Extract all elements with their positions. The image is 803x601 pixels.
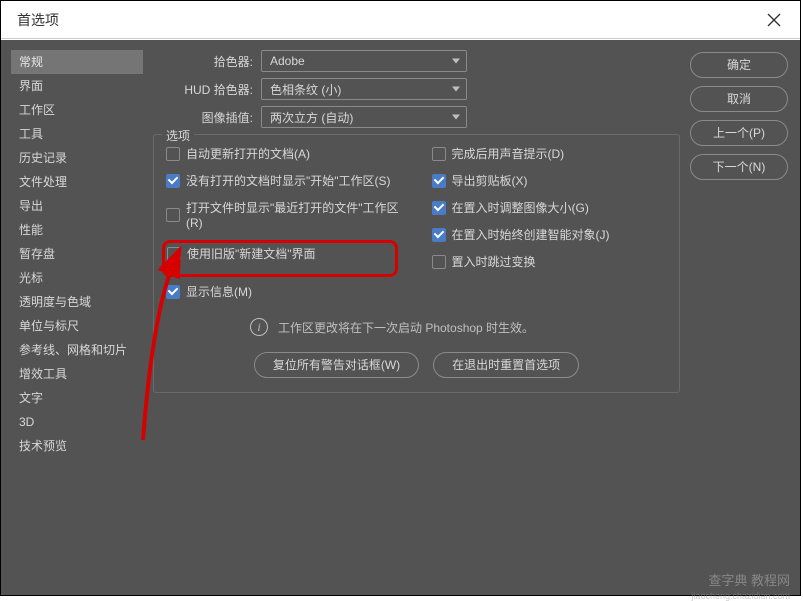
options-left-column: 自动更新打开的文档(A) 没有打开的文档时显示"开始"工作区(S) 打开文件时显示"… <box>166 145 402 310</box>
watermark: 查字典 教程网 <box>708 570 790 589</box>
sidebar-item-11[interactable]: 单位与标尺 <box>11 314 143 338</box>
color-picker-label: 拾色器: <box>153 53 253 70</box>
sidebar-item-5[interactable]: 文件处理 <box>11 170 143 194</box>
checkbox-icon <box>166 285 180 299</box>
reset-dialogs-button[interactable]: 复位所有警告对话框(W) <box>254 352 419 378</box>
sidebar-item-16[interactable]: 技术预览 <box>11 434 143 458</box>
preferences-window: 首选项 常规界面工作区工具历史记录文件处理导出性能暂存盘光标透明度与色域单位与标… <box>0 0 801 596</box>
info-row: i 工作区更改将在下一次启动 Photoshop 时生效。 <box>250 318 667 336</box>
option-label: 打开文件时显示"最近打开的文件"工作区(R) <box>186 199 402 230</box>
close-button[interactable] <box>762 8 786 32</box>
prev-button[interactable]: 上一个(P) <box>690 120 788 146</box>
image-interp-row: 图像插值: 两次立方 (自动) <box>153 106 680 128</box>
hud-picker-row: HUD 拾色器: 色相条纹 (小) <box>153 78 680 100</box>
checkbox-icon <box>432 201 446 215</box>
hud-picker-label: HUD 拾色器: <box>153 81 253 98</box>
color-picker-value: Adobe <box>270 54 305 68</box>
ok-button[interactable]: 确定 <box>690 52 788 78</box>
sidebar-item-10[interactable]: 透明度与色域 <box>11 290 143 314</box>
option-label: 在置入时调整图像大小(G) <box>452 199 589 216</box>
info-icon: i <box>250 318 268 336</box>
option-checkbox[interactable]: 完成后用声音提示(D) <box>432 145 668 162</box>
options-right-column: 完成后用声音提示(D) 导出剪贴板(X) 在置入时调整图像大小(G) 在置入时始终创建… <box>432 145 668 310</box>
color-picker-row: 拾色器: Adobe <box>153 50 680 72</box>
sidebar-item-6[interactable]: 导出 <box>11 194 143 218</box>
sidebar-item-13[interactable]: 增效工具 <box>11 362 143 386</box>
next-button[interactable]: 下一个(N) <box>690 154 788 180</box>
bottom-button-row: 复位所有警告对话框(W) 在退出时重置首选项 <box>166 352 667 378</box>
titlebar: 首选项 <box>1 1 800 39</box>
image-interp-value: 两次立方 (自动) <box>270 109 353 126</box>
options-grid: 自动更新打开的文档(A) 没有打开的文档时显示"开始"工作区(S) 打开文件时显示"… <box>166 145 667 310</box>
checkbox-icon <box>432 228 446 242</box>
sidebar-item-9[interactable]: 光标 <box>11 266 143 290</box>
sidebar-item-3[interactable]: 工具 <box>11 122 143 146</box>
close-icon <box>767 13 781 27</box>
hud-picker-select[interactable]: 色相条纹 (小) <box>261 78 467 100</box>
sidebar-item-12[interactable]: 参考线、网格和切片 <box>11 338 143 362</box>
checkbox-icon <box>166 147 180 161</box>
checkbox-icon <box>167 247 181 261</box>
option-label: 显示信息(M) <box>186 283 252 300</box>
sidebar-item-15[interactable]: 3D <box>11 410 143 434</box>
checkbox-icon <box>432 174 446 188</box>
sidebar-item-8[interactable]: 暂存盘 <box>11 242 143 266</box>
option-label: 使用旧版"新建文档"界面 <box>187 245 316 262</box>
options-legend: 选项 <box>162 127 194 144</box>
action-button-column: 确定 取消 上一个(P) 下一个(N) <box>690 50 790 585</box>
image-interp-label: 图像插值: <box>153 109 253 126</box>
option-checkbox[interactable]: 自动更新打开的文档(A) <box>166 145 402 162</box>
checkbox-icon <box>166 208 180 222</box>
option-label: 置入时跳过变换 <box>452 253 536 270</box>
option-label: 没有打开的文档时显示"开始"工作区(S) <box>186 172 391 189</box>
sidebar-item-14[interactable]: 文字 <box>11 386 143 410</box>
option-label: 自动更新打开的文档(A) <box>186 145 310 162</box>
option-label: 完成后用声音提示(D) <box>452 145 565 162</box>
options-fieldset: 选项 自动更新打开的文档(A)没有打开的文档时显示"开始"工作区(S)打开文件时… <box>153 134 680 393</box>
category-sidebar: 常规界面工作区工具历史记录文件处理导出性能暂存盘光标透明度与色域单位与标尺参考线… <box>11 50 143 585</box>
option-checkbox[interactable]: 使用旧版"新建文档"界面 <box>167 245 389 262</box>
sidebar-item-1[interactable]: 界面 <box>11 74 143 98</box>
checkbox-icon <box>432 255 446 269</box>
sidebar-item-4[interactable]: 历史记录 <box>11 146 143 170</box>
main-panel: 拾色器: Adobe HUD 拾色器: 色相条纹 (小) 图像插值: 两次立方 … <box>143 50 690 585</box>
sidebar-item-2[interactable]: 工作区 <box>11 98 143 122</box>
watermark-url: jiaocheng.chazidian.com <box>691 591 790 601</box>
info-text: 工作区更改将在下一次启动 Photoshop 时生效。 <box>278 319 534 336</box>
option-checkbox[interactable]: 在置入时始终创建智能对象(J) <box>432 226 668 243</box>
checkbox-icon <box>166 174 180 188</box>
option-checkbox[interactable]: 显示信息(M) <box>166 283 402 300</box>
color-picker-select[interactable]: Adobe <box>261 50 467 72</box>
cancel-button[interactable]: 取消 <box>690 86 788 112</box>
sidebar-item-0[interactable]: 常规 <box>11 50 143 74</box>
sidebar-item-7[interactable]: 性能 <box>11 218 143 242</box>
option-checkbox[interactable]: 置入时跳过变换 <box>432 253 668 270</box>
option-checkbox[interactable]: 在置入时调整图像大小(G) <box>432 199 668 216</box>
image-interp-select[interactable]: 两次立方 (自动) <box>261 106 467 128</box>
reset-on-quit-button[interactable]: 在退出时重置首选项 <box>433 352 579 378</box>
checkbox-icon <box>432 147 446 161</box>
option-label: 导出剪贴板(X) <box>452 172 528 189</box>
content-area: 常规界面工作区工具历史记录文件处理导出性能暂存盘光标透明度与色域单位与标尺参考线… <box>1 40 800 595</box>
option-checkbox[interactable]: 没有打开的文档时显示"开始"工作区(S) <box>166 172 402 189</box>
window-title: 首选项 <box>17 10 59 30</box>
hud-picker-value: 色相条纹 (小) <box>270 81 341 98</box>
option-label: 在置入时始终创建智能对象(J) <box>452 226 610 243</box>
option-checkbox[interactable]: 导出剪贴板(X) <box>432 172 668 189</box>
highlighted-option: 使用旧版"新建文档"界面 <box>162 240 398 277</box>
option-checkbox[interactable]: 打开文件时显示"最近打开的文件"工作区(R) <box>166 199 402 230</box>
